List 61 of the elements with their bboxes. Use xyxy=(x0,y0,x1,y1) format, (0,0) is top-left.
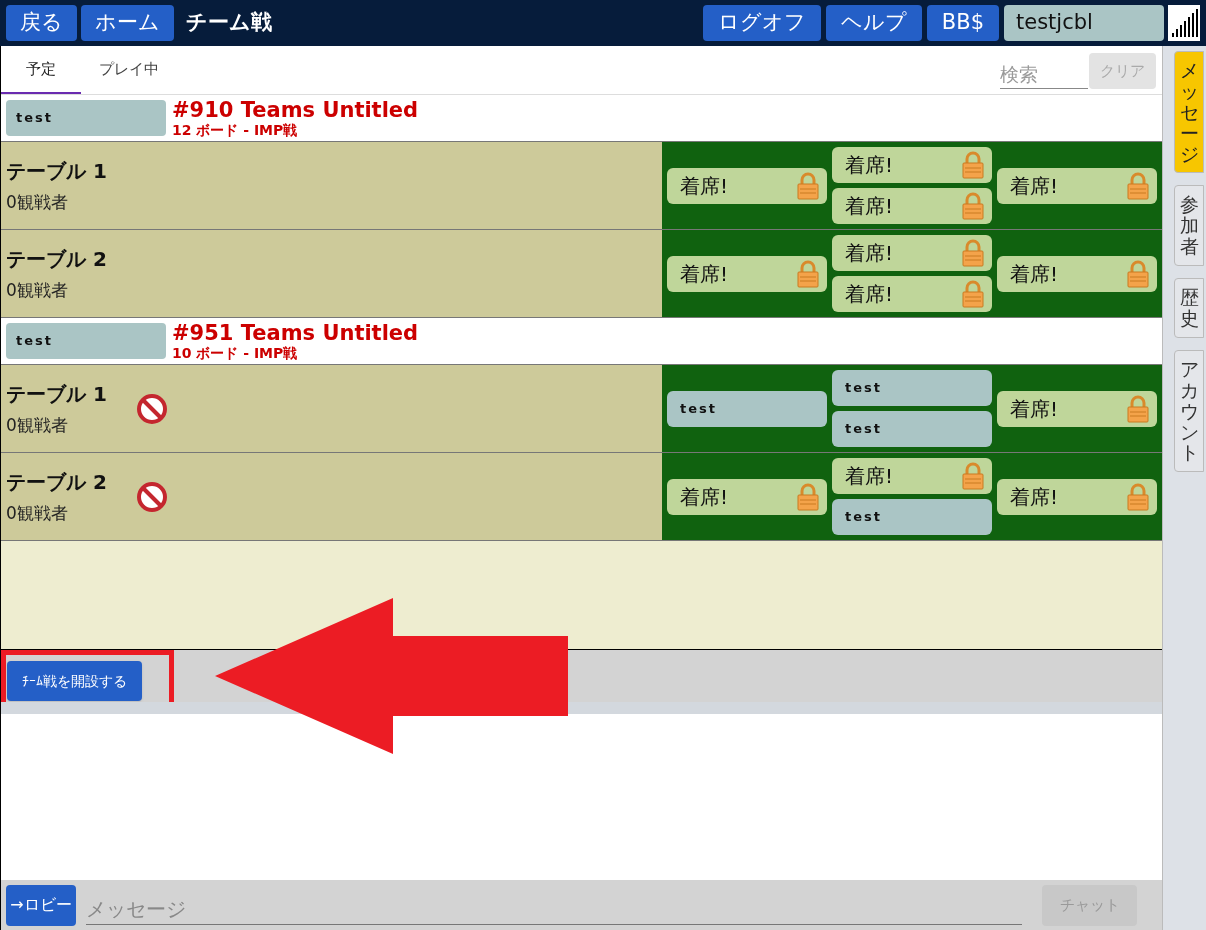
side-tab[interactable]: メッセージ xyxy=(1174,51,1204,174)
padlock-icon xyxy=(796,482,820,511)
nav-button[interactable]: 戻る xyxy=(6,5,77,41)
padlock-icon xyxy=(961,462,985,490)
sit-button[interactable]: 着席! xyxy=(997,390,1157,427)
spectator-count: 0観戦者 xyxy=(6,190,69,214)
padlock-icon xyxy=(1126,394,1150,423)
table-name: テーブル 2 xyxy=(6,468,108,496)
sit-button[interactable]: 着席! xyxy=(832,458,992,494)
tournament-title: #951 Teams Untitled xyxy=(172,322,419,344)
side-tab[interactable]: アカウント xyxy=(1174,349,1204,473)
table-name: テーブル 1 xyxy=(6,380,108,408)
padlock-icon xyxy=(961,192,985,220)
sit-button[interactable]: 着席! xyxy=(832,147,992,183)
no-entry-icon xyxy=(136,392,168,425)
spectator-count: 0観戦者 xyxy=(6,413,69,437)
sit-button[interactable]: 着席! xyxy=(997,478,1157,515)
sit-button[interactable]: 着席! xyxy=(832,188,992,224)
nav-button[interactable]: ヘルプ xyxy=(825,5,922,41)
signal-icon xyxy=(1168,5,1200,41)
sit-button[interactable]: 着席! xyxy=(667,255,827,292)
player-name: test xyxy=(832,499,992,535)
tab[interactable]: プレイ中 xyxy=(89,46,169,94)
padlock-icon xyxy=(961,280,985,308)
nav-button[interactable]: ホーム xyxy=(81,5,174,41)
player-name: test xyxy=(667,390,827,427)
spectator-count: 0観戦者 xyxy=(6,501,69,525)
message-field[interactable]: メッセージ xyxy=(86,893,1022,925)
lobby-button[interactable]: →ロビー xyxy=(6,884,76,926)
nav-button[interactable]: ログオフ xyxy=(702,5,821,41)
search-field[interactable]: 検索 xyxy=(1000,59,1088,89)
side-tab[interactable]: 参加者 xyxy=(1174,185,1204,267)
padlock-icon xyxy=(796,259,820,288)
sit-button[interactable]: 着席! xyxy=(997,255,1157,292)
padlock-icon xyxy=(1126,259,1150,288)
padlock-icon xyxy=(796,171,820,200)
padlock-icon xyxy=(961,151,985,179)
tournament-subtitle: 12 ボード - IMP戦 xyxy=(172,122,299,137)
host-name: test xyxy=(6,100,166,136)
sit-button[interactable]: 着席! xyxy=(667,167,827,204)
padlock-icon xyxy=(1126,171,1150,200)
tournament-subtitle: 10 ボード - IMP戦 xyxy=(172,345,299,360)
sit-button[interactable]: 着席! xyxy=(667,478,827,515)
sit-button[interactable]: 着席! xyxy=(832,235,992,271)
create-team-match-button[interactable]: ﾁｰﾑ戦を開設する xyxy=(7,661,142,701)
sit-button[interactable]: 着席! xyxy=(832,276,992,312)
padlock-icon xyxy=(1126,482,1150,511)
no-entry-icon xyxy=(136,480,168,513)
side-tab[interactable]: 歴史 xyxy=(1174,278,1204,338)
page-title: チーム戦 xyxy=(186,9,272,37)
player-name: test xyxy=(832,411,992,447)
username-field: testjcbl xyxy=(1004,5,1164,41)
sit-button[interactable]: 着席! xyxy=(997,167,1157,204)
host-name: test xyxy=(6,323,166,359)
table-name: テーブル 1 xyxy=(6,157,108,185)
padlock-icon xyxy=(961,239,985,267)
spectator-count: 0観戦者 xyxy=(6,278,69,302)
nav-button[interactable]: BB$ xyxy=(926,5,999,41)
player-name: test xyxy=(832,370,992,406)
tournament-title: #910 Teams Untitled xyxy=(172,99,419,121)
table-name: テーブル 2 xyxy=(6,245,108,273)
